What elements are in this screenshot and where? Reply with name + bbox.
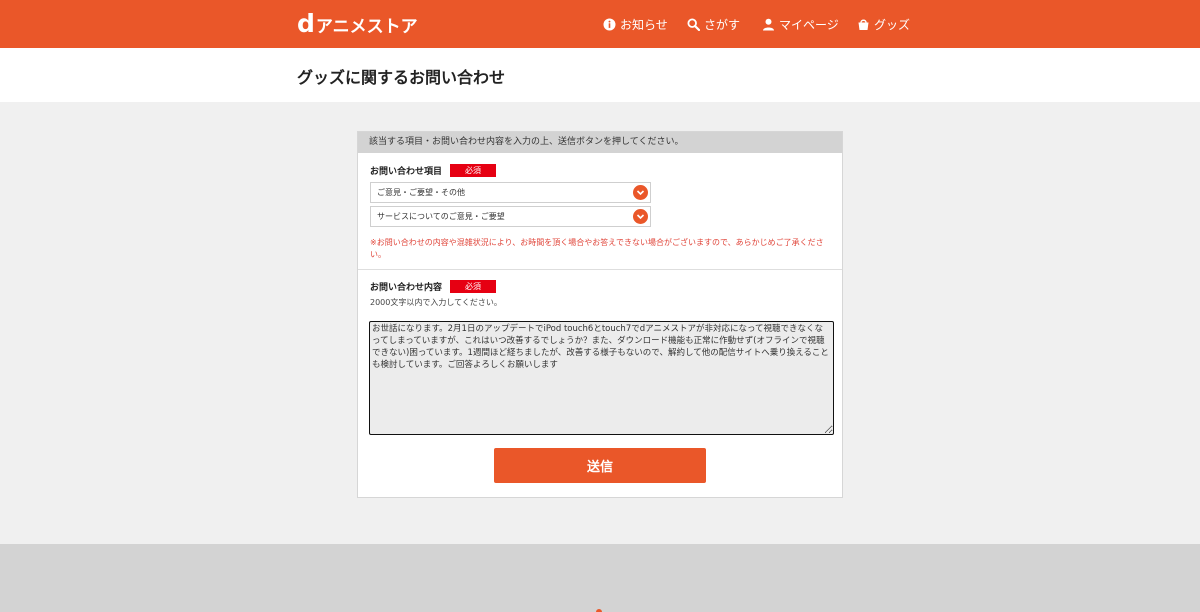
nav-mypage[interactable]: マイページ — [761, 0, 839, 48]
nav-search-label: さがす — [704, 17, 741, 32]
logo-d: d — [297, 9, 315, 38]
subcategory-select-value: サービスについてのご意見・ご要望 — [377, 212, 505, 221]
user-icon — [761, 17, 775, 31]
divider — [358, 269, 842, 270]
nav-goods-label: グッズ — [874, 17, 911, 32]
nav-news[interactable]: お知らせ — [602, 0, 668, 48]
nav-goods[interactable]: グッズ — [856, 0, 910, 48]
nav-news-label: お知らせ — [620, 17, 668, 32]
category-label-row: お問い合わせ項目 必須 — [370, 164, 497, 177]
header: d アニメストア お知らせ さがす マイページ グッズ — [0, 0, 1200, 48]
category-label: お問い合わせ項目 — [370, 167, 443, 177]
nav-search[interactable]: さがす — [686, 0, 740, 48]
content-hint: 2000文字以内で入力してください。 — [370, 298, 502, 307]
content-textarea[interactable]: お世話になります。2月1日のアップデートでiPod touch6とtouch7で… — [369, 321, 834, 435]
nav-mypage-label: マイページ — [779, 17, 839, 32]
form-note: ※お問い合わせの内容や混雑状況により、お時間を頂く場合やお答えできない場合がござ… — [370, 238, 824, 259]
submit-button[interactable]: 送信 — [494, 448, 706, 483]
chevron-down-icon — [633, 209, 648, 224]
info-icon — [602, 17, 616, 31]
logo-text: アニメストア — [315, 16, 418, 37]
content-label: お問い合わせ内容 — [370, 283, 443, 293]
subcategory-select[interactable]: サービスについてのご意見・ご要望 — [370, 206, 651, 227]
title-bar: グッズに関するお問い合わせ — [0, 48, 1200, 102]
required-badge: 必須 — [450, 164, 497, 177]
inquiry-form: 該当する項目・お問い合わせ内容を入力の上、送信ボタンを押してください。 お問い合… — [357, 131, 843, 498]
footer — [0, 544, 1200, 612]
page-title: グッズに関するお問い合わせ — [297, 68, 506, 87]
content-label-row: お問い合わせ内容 必須 — [370, 280, 497, 293]
category-select-value: ご意見・ご要望・その他 — [377, 188, 465, 197]
chevron-down-icon — [633, 185, 648, 200]
category-select[interactable]: ご意見・ご要望・その他 — [370, 182, 651, 203]
shopping-bag-icon — [856, 17, 870, 31]
search-icon — [686, 17, 700, 31]
required-badge: 必須 — [450, 280, 497, 293]
form-instruction: 該当する項目・お問い合わせ内容を入力の上、送信ボタンを押してください。 — [358, 132, 842, 153]
logo[interactable]: d アニメストア — [297, 11, 418, 37]
